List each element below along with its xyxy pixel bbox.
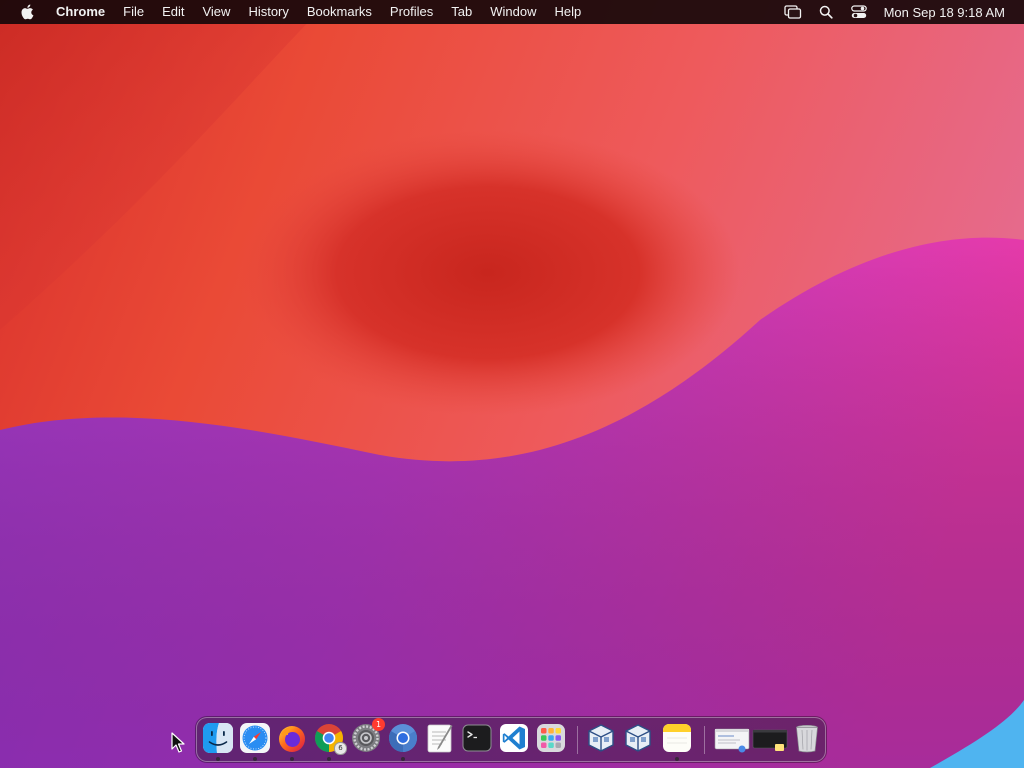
menu-history[interactable]: History [239,0,297,24]
apple-logo-icon[interactable] [18,3,36,21]
desktop: Chrome File Edit View History Bookmarks … [0,0,1024,768]
mouse-cursor-icon [171,732,185,753]
menu-window[interactable]: Window [481,0,545,24]
running-indicator [253,757,257,761]
menu-edit[interactable]: Edit [153,0,193,24]
screen-mirroring-icon[interactable] [783,2,803,22]
dock-item-finder[interactable] [202,722,234,761]
finder-icon [203,723,233,753]
running-indicator [327,757,331,761]
notes-icon [663,724,691,752]
dock-item-vscode[interactable] [498,722,530,754]
window-count-badge: 6 [334,742,347,755]
textedit-icon [427,724,453,753]
control-center-icon[interactable] [849,2,869,22]
notification-badge: 1 [372,718,385,731]
dock-item-virtualbox-vm[interactable] [622,722,654,754]
dock-item-terminal[interactable] [461,722,493,754]
dock-item-trash[interactable] [791,722,823,754]
trash-icon [796,724,818,753]
search-icon[interactable] [816,2,836,22]
safari-icon [240,723,270,753]
firefox-icon [279,726,305,752]
dock-item-recent-window[interactable] [752,722,788,754]
menu-help[interactable]: Help [546,0,591,24]
menu-file[interactable]: File [114,0,153,24]
menu-bar-status-area: Mon Sep 18 9:18 AM [770,0,1024,24]
menu-tab[interactable]: Tab [442,0,481,24]
dock-item-launchpad[interactable] [535,722,567,754]
dock-item-textedit[interactable] [424,722,456,754]
running-indicator [216,757,220,761]
menu-app-name[interactable]: Chrome [50,0,114,24]
dock-separator [577,726,578,754]
wallpaper [0,0,1024,768]
menu-bookmarks[interactable]: Bookmarks [298,0,381,24]
virtualbox-vm-icon [625,724,651,752]
terminal-icon [462,724,492,752]
dock-item-notes[interactable] [661,722,693,761]
running-indicator [675,757,679,761]
running-indicator [290,757,294,761]
dock-separator [704,726,705,754]
launchpad-icon [537,724,565,752]
window-thumbnail-icon [752,729,788,751]
dock-item-firefox[interactable] [276,722,308,761]
dock-item-system-settings[interactable]: 1 [350,718,385,754]
dock-item-recent-document[interactable] [714,722,750,754]
menu-bar: Chrome File Edit View History Bookmarks … [0,0,1024,24]
menu-bar-clock[interactable]: Mon Sep 18 9:18 AM [884,5,1005,20]
chromium-icon [389,724,417,752]
vscode-icon [500,724,528,752]
dock: 6 1 [196,717,826,762]
dock-item-safari[interactable] [239,722,271,761]
dock-item-virtualbox[interactable] [585,722,617,754]
menu-view[interactable]: View [193,0,239,24]
virtualbox-icon [588,724,614,752]
document-thumbnail-icon [714,728,750,753]
dock-item-chrome[interactable]: 6 [313,722,347,761]
running-indicator [401,757,405,761]
menu-profiles[interactable]: Profiles [381,0,442,24]
dock-item-chromium[interactable] [387,722,419,761]
